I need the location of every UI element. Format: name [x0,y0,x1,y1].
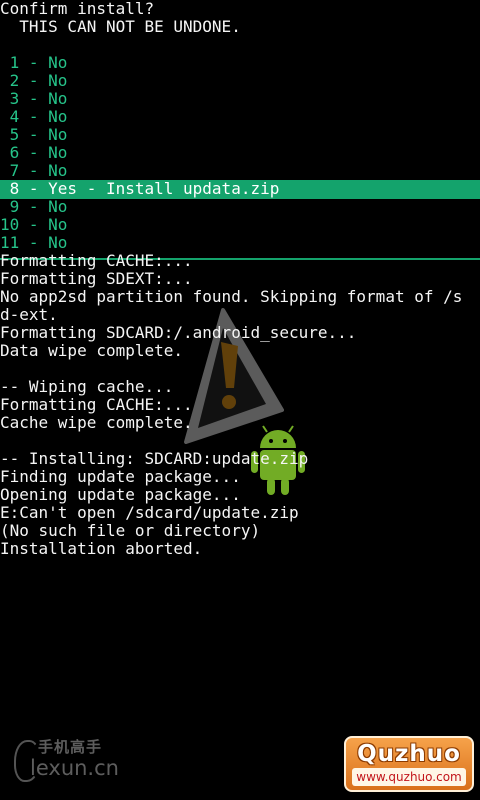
log-line: d-ext. [0,305,58,324]
log-line: Installation aborted. [0,539,203,558]
quzhuo-url: www.quzhuo.com [352,768,466,786]
menu-item-7[interactable]: 7 - No [0,162,68,180]
menu-item-3[interactable]: 3 - No [0,90,68,108]
log-line: Formatting CACHE:... [0,251,193,270]
menu-item-8-label: 8 - Yes - Install updata.zip [0,179,280,198]
log-line: Formatting SDEXT:... [0,269,193,288]
menu-item-4[interactable]: 4 - No [0,108,68,126]
log-line: Formatting SDCARD:/.android_secure... [0,323,357,342]
quzhuo-watermark: Quzhuo www.quzhuo.com [344,736,474,792]
confirm-title: Confirm install? [0,0,155,18]
log-line: E:Can't open /sdcard/update.zip [0,503,299,522]
log-line: Cache wipe complete. [0,413,193,432]
log-line: -- Installing: SDCARD:update.zip [0,449,309,468]
quzhuo-title: Quzhuo [357,741,461,767]
menu-item-11[interactable]: 11 - No [0,234,67,252]
menu-item-1[interactable]: 1 - No [0,54,68,72]
recovery-screen: Confirm install? THIS CAN NOT BE UNDONE.… [0,0,480,800]
log-line: (No such file or directory) [0,521,261,540]
log-line: -- Wiping cache... [0,377,174,396]
lexun-watermark-bottom: lexun.cn [30,756,119,780]
menu-item-10[interactable]: 10 - No [0,216,67,234]
menu-item-8-selected[interactable]: 8 - Yes - Install updata.zip [0,180,480,199]
undone-warning: THIS CAN NOT BE UNDONE. [0,17,241,36]
log-line: No app2sd partition found. Skipping form… [0,287,463,306]
log-line: Formatting CACHE:... [0,395,193,414]
log-line: Finding update package... [0,467,241,486]
log-line: Data wipe complete. [0,341,184,360]
menu-item-2[interactable]: 2 - No [0,72,68,90]
menu-item-6[interactable]: 6 - No [0,144,68,162]
lexun-watermark-top: 手机高手 [38,738,103,756]
log-line: Opening update package... [0,485,241,504]
lexun-watermark: 手机高手 lexun.cn [14,736,124,786]
menu-item-5[interactable]: 5 - No [0,126,68,144]
menu-item-9[interactable]: 9 - No [0,198,68,216]
